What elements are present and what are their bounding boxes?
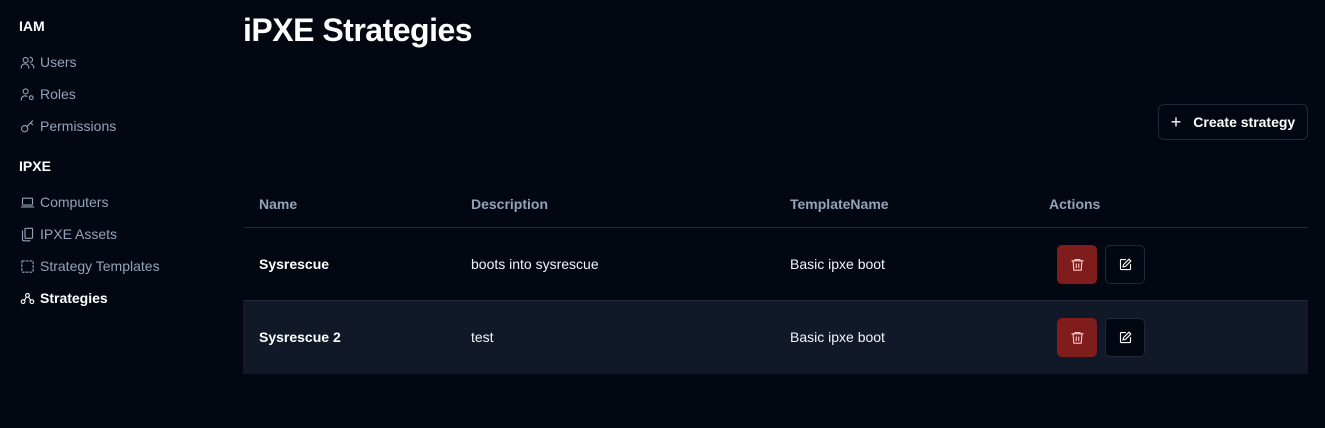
trash-icon [1070,258,1084,271]
sidebar: IAM Users Roles Permissions IPXE Compute [0,0,220,428]
column-header-templatename[interactable]: TemplateName [790,196,889,212]
app-layout: IAM Users Roles Permissions IPXE Compute [0,0,1325,428]
user-cog-icon [19,86,35,102]
sidebar-item-roles[interactable]: Roles [19,84,76,104]
laptop-icon [19,194,35,210]
delete-button[interactable] [1057,318,1097,357]
row-template-name: Basic ipxe boot [790,256,885,272]
row-template-name: Basic ipxe boot [790,329,885,345]
create-strategy-button[interactable]: + Create strategy [1158,104,1308,140]
sidebar-item-ipxe-assets[interactable]: IPXE Assets [19,224,117,244]
sidebar-section-iam-title: IAM [19,18,45,34]
dashed-square-icon [19,258,35,274]
sidebar-section-ipxe-title: IPXE [19,158,51,174]
sidebar-item-label: Roles [40,86,76,102]
key-icon [19,118,35,134]
sidebar-item-strategy-templates[interactable]: Strategy Templates [19,256,160,276]
sidebar-item-label: Users [40,54,77,70]
delete-button[interactable] [1057,245,1097,284]
row-name: Sysrescue 2 [259,329,341,345]
page-title: iPXE Strategies [243,12,473,48]
edit-button[interactable] [1105,245,1145,284]
sidebar-item-label: Strategy Templates [40,258,160,274]
trash-icon [1070,331,1084,344]
plus-icon: + [1170,112,1182,132]
workflow-icon [19,290,35,306]
sidebar-item-permissions[interactable]: Permissions [19,116,116,136]
sidebar-item-computers[interactable]: Computers [19,192,108,212]
sidebar-item-label: IPXE Assets [40,226,118,242]
sidebar-item-strategies[interactable]: Strategies [19,288,108,308]
sidebar-item-users[interactable]: Users [19,52,77,72]
row-description: test [471,329,494,345]
strategies-table: Name Description TemplateName Actions Sy… [243,180,1308,374]
edit-icon [1119,258,1131,271]
table-header: Name Description TemplateName Actions [243,180,1308,228]
column-header-actions: Actions [1049,196,1101,212]
edit-icon [1119,331,1131,344]
sidebar-item-label: Permissions [40,118,117,134]
table-row[interactable]: Sysrescue boots into sysrescue Basic ipx… [243,228,1308,301]
edit-button[interactable] [1105,318,1145,357]
column-header-description[interactable]: Description [471,196,548,212]
sidebar-item-label: Computers [40,194,109,210]
sidebar-item-label: Strategies [40,290,108,306]
table-row[interactable]: Sysrescue 2 test Basic ipxe boot [243,301,1308,374]
row-description: boots into sysrescue [471,256,599,272]
users-icon [19,54,35,70]
row-name: Sysrescue [259,256,330,272]
column-header-name[interactable]: Name [259,196,297,212]
create-strategy-label: Create strategy [1193,114,1296,130]
files-icon [19,226,35,242]
